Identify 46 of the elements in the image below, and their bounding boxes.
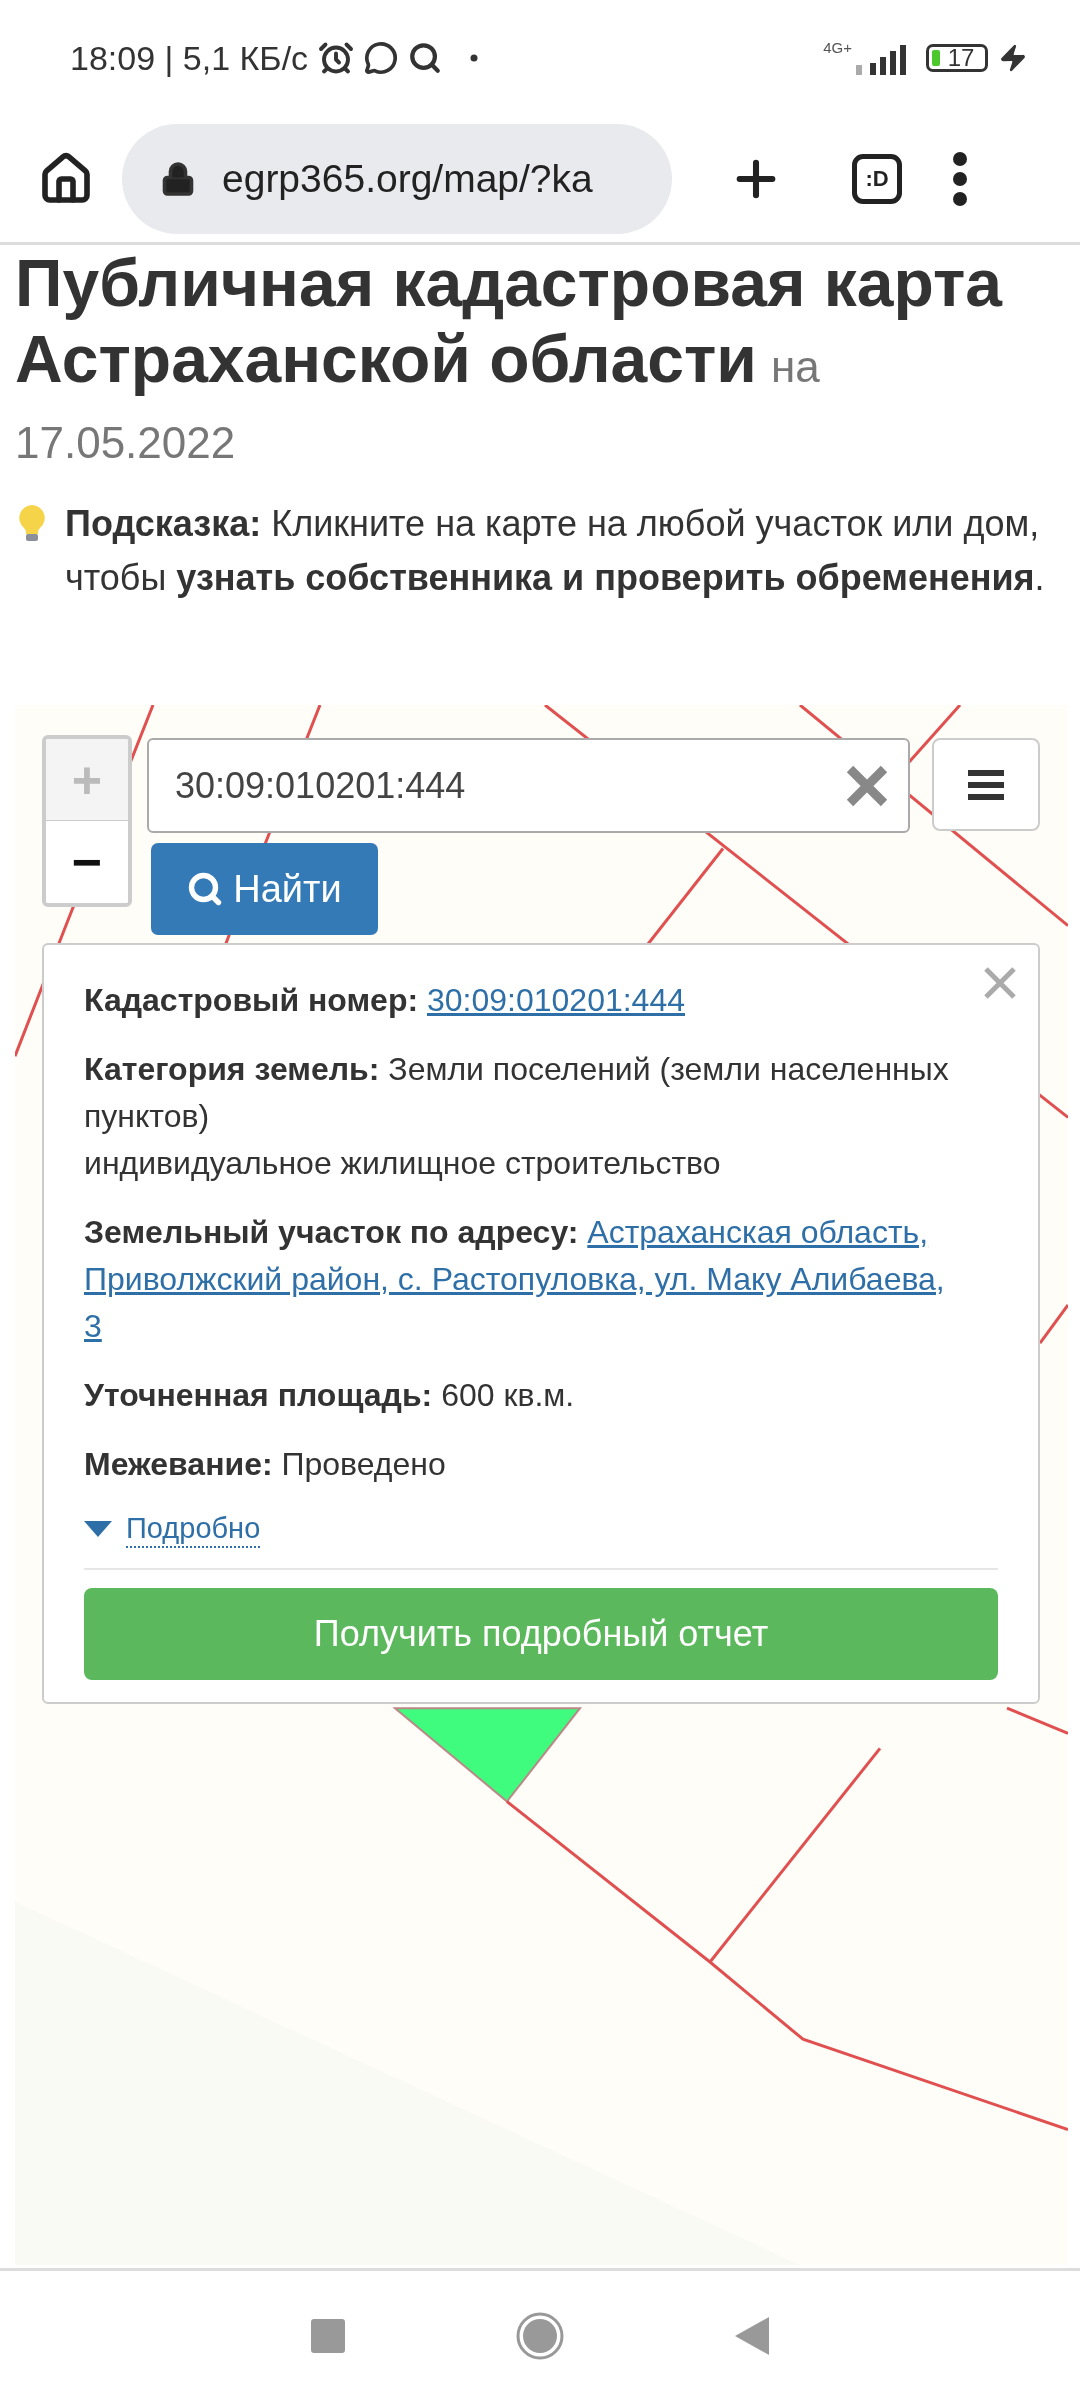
field-link[interactable]: Приволжский район, с. Растопуловка, ул. Маку Алибаева, (84, 1256, 945, 1303)
battery-indicator: 17 (926, 44, 988, 72)
menu-icon (968, 769, 1004, 800)
hint-text: Подсказка: Кликните на карте на любой участок или дом, чтобы узнать собственника и проверить обременения. (65, 502, 1046, 600)
status-time-speed: 18:09 | 5,1 КБ/с (70, 38, 309, 78)
search-icon (408, 41, 443, 75)
field-link[interactable]: 3 (84, 1303, 102, 1350)
field-link[interactable]: 30:09:010201:444 (426, 982, 685, 1018)
field-link[interactable]: Астраханская область, (587, 1214, 929, 1250)
clear-icon[interactable] (844, 763, 890, 809)
field-label: Кадастровый номер: (84, 982, 419, 1018)
url-text: egrp365.org/map/?ka (222, 157, 593, 201)
circle-icon (515, 2310, 565, 2361)
find-button[interactable]: Найти (151, 843, 378, 935)
network-type: 4G+ (823, 38, 852, 56)
zoom-out-button[interactable]: − (46, 821, 128, 903)
info-text: Межевание: Проведено (84, 1446, 446, 1482)
field-label: Земельный участок по адресу: (84, 1214, 579, 1250)
back-button[interactable] (735, 2316, 769, 2355)
more-options-button[interactable] (952, 151, 968, 207)
tab-switcher-button[interactable]: :D (852, 154, 902, 204)
home-nav-button[interactable] (515, 2310, 565, 2361)
caret-icon (84, 1521, 112, 1537)
chat-bubble-icon (364, 41, 399, 75)
field-note: индивидуальное жилищное строительство (84, 1144, 722, 1183)
lock-icon (160, 161, 196, 197)
address-bar[interactable]: egrp365.org/map/?ka (122, 124, 672, 234)
date-text: 17.05.2022 (15, 417, 236, 469)
menu-button[interactable] (932, 738, 1040, 831)
page-title: Астраханской области (15, 321, 757, 397)
page-title: Публичная кадастровая карта (15, 245, 1002, 321)
close-button[interactable] (982, 965, 1018, 1001)
details-toggle[interactable]: Подробно (84, 1510, 261, 1548)
info-text: Категория земель: Земли поселений (земли населенных пунктов) (84, 1051, 949, 1134)
square-icon (311, 2318, 345, 2353)
alarm-icon (318, 40, 355, 76)
recents-button[interactable] (311, 2318, 345, 2353)
date-prefix: на (770, 341, 820, 393)
info-text: Уточненная площадь: 600 кв.м. (84, 1377, 575, 1413)
search-field[interactable]: 30:09:010201:444 (147, 738, 910, 833)
dot-icon (470, 54, 479, 62)
charging-icon (998, 43, 1028, 73)
triangle-icon (735, 2316, 769, 2355)
more-vertical-icon (952, 151, 968, 207)
search-icon (187, 871, 224, 907)
close-icon (982, 965, 1018, 1001)
